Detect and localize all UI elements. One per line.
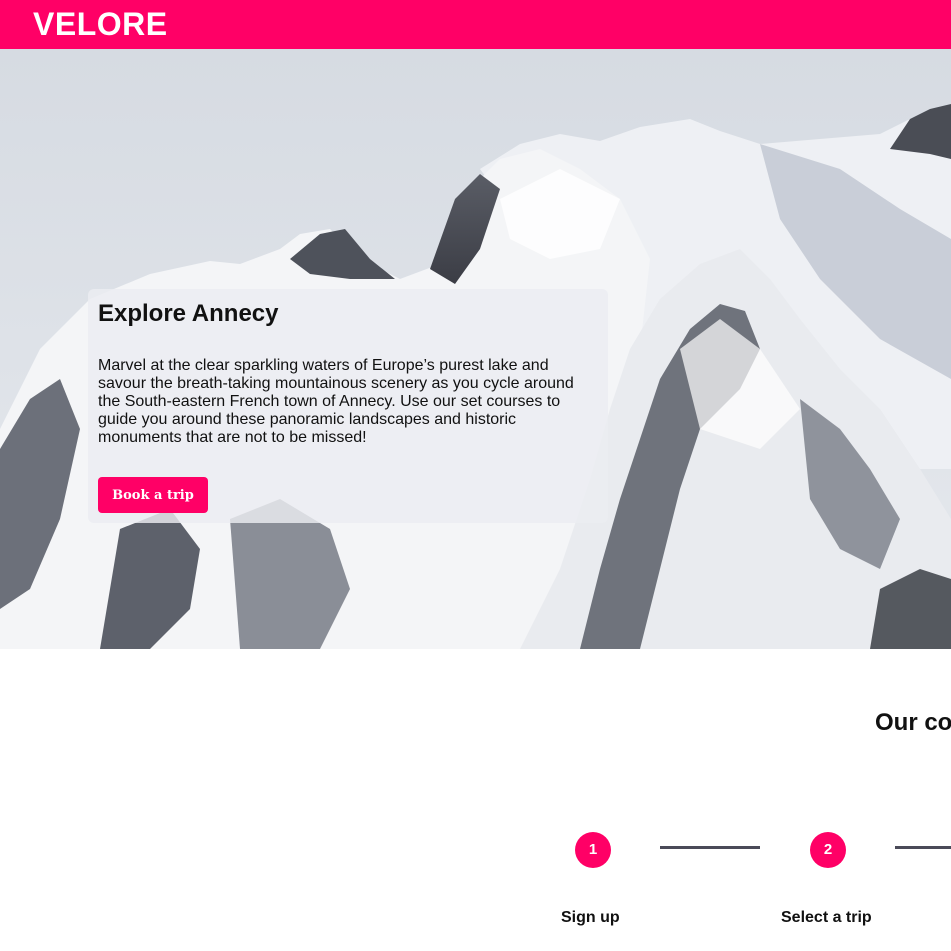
brand-logo[interactable]: VELORE bbox=[33, 4, 168, 44]
hero-title: Explore Annecy bbox=[98, 300, 279, 327]
book-trip-button[interactable]: Book a trip bbox=[98, 477, 208, 513]
step-1-label: Sign up bbox=[561, 909, 620, 926]
step-1-circle: 1 bbox=[575, 832, 611, 868]
top-navbar: VELORE bbox=[0, 0, 951, 49]
hero-banner: Explore Annecy Marvel at the clear spark… bbox=[0, 49, 951, 649]
courses-section-title: Our co bbox=[875, 709, 951, 736]
page: VELORE Explore Annecy Marvel at the clea… bbox=[0, 0, 951, 951]
hero-card: Explore Annecy Marvel at the clear spark… bbox=[88, 289, 608, 523]
step-2-label: Select a trip bbox=[781, 909, 872, 926]
step-2-circle: 2 bbox=[810, 832, 846, 868]
step-connector-line bbox=[660, 846, 760, 849]
hero-description: Marvel at the clear sparkling waters of … bbox=[98, 357, 574, 446]
step-connector-line bbox=[895, 846, 951, 849]
